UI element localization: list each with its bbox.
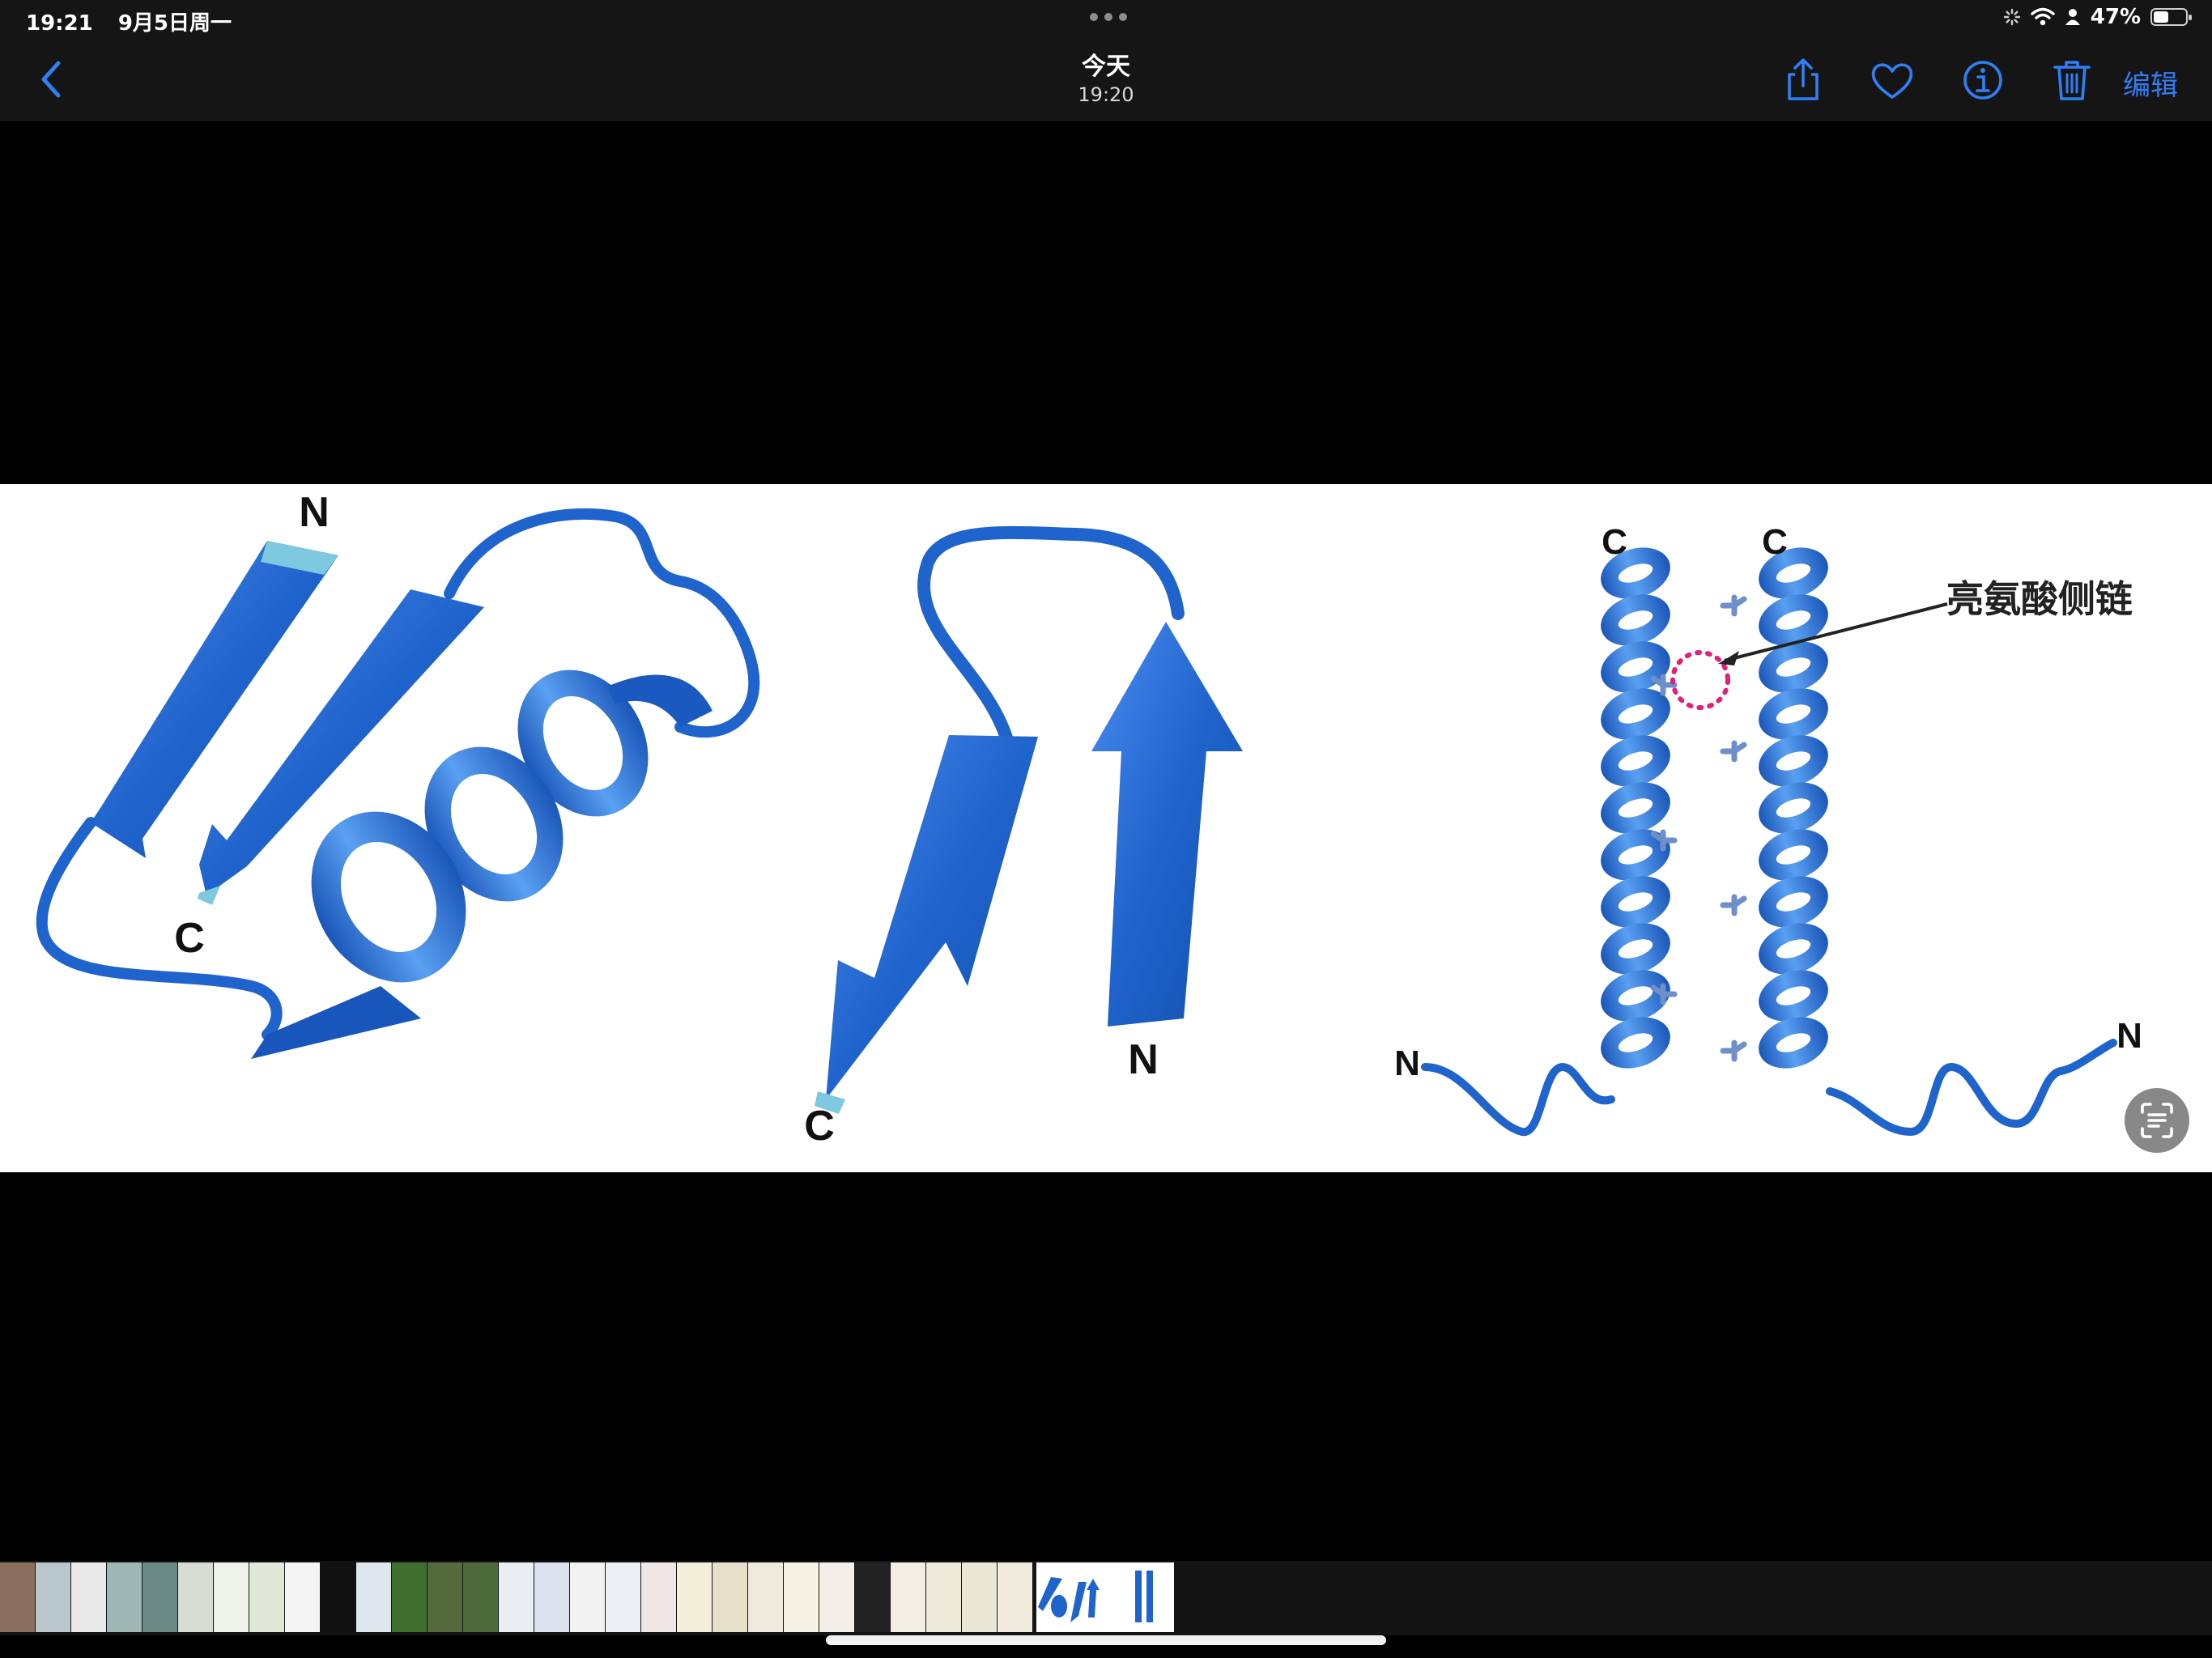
right-n-label-2: N bbox=[2116, 1016, 2142, 1056]
info-button[interactable] bbox=[1959, 57, 2006, 104]
back-button[interactable] bbox=[32, 57, 70, 102]
filmstrip-thumbnail[interactable] bbox=[428, 1562, 462, 1632]
filmstrip-thumbnail[interactable] bbox=[285, 1562, 320, 1632]
share-icon bbox=[1788, 58, 1819, 100]
filmstrip-thumbnail[interactable] bbox=[606, 1562, 640, 1632]
filmstrip-thumbnail[interactable] bbox=[534, 1562, 569, 1632]
filmstrip-thumbnail[interactable] bbox=[926, 1562, 961, 1632]
filmstrip-thumbnail[interactable] bbox=[891, 1562, 925, 1632]
middle-n-label: N bbox=[1128, 1036, 1159, 1083]
trash-icon bbox=[2053, 61, 2091, 100]
photo-date: 今天 bbox=[1082, 53, 1130, 81]
right-n-label-1: N bbox=[1394, 1044, 1420, 1083]
live-text-button[interactable] bbox=[2125, 1088, 2189, 1153]
filmstrip-thumbnail[interactable] bbox=[998, 1562, 1032, 1632]
middle-structure bbox=[815, 525, 1243, 1114]
filmstrip-thumbnail[interactable] bbox=[463, 1562, 498, 1632]
info-icon bbox=[1963, 61, 2002, 100]
left-c-label: C bbox=[174, 915, 205, 962]
filmstrip-thumbnail[interactable] bbox=[570, 1562, 605, 1632]
heart-icon bbox=[1871, 63, 1913, 99]
filmstrip-thumbnail[interactable] bbox=[249, 1562, 284, 1632]
status-bar: 19:21 9月5日周一 47% bbox=[0, 0, 2212, 39]
edit-button[interactable]: 编辑 bbox=[2123, 63, 2178, 103]
filmstrip[interactable] bbox=[0, 1561, 2212, 1635]
filmstrip-thumbnail[interactable] bbox=[677, 1562, 712, 1632]
left-n-label: N bbox=[299, 489, 330, 536]
status-date: 9月5日周一 bbox=[117, 11, 232, 36]
right-c-label-2: C bbox=[1762, 522, 1788, 562]
leucine-sidechain-label: 亮氨酸侧链 bbox=[1946, 577, 2133, 621]
middle-c-label: C bbox=[804, 1103, 835, 1150]
filmstrip-thumbnail[interactable] bbox=[819, 1562, 854, 1632]
photo-image[interactable]: N C N C C C N N 亮氨酸侧链 bbox=[0, 484, 2212, 1172]
right-c-label-1: C bbox=[1602, 522, 1627, 562]
status-time: 19:21 bbox=[26, 11, 93, 36]
chevron-left-icon bbox=[41, 61, 61, 98]
filmstrip-thumbnail[interactable] bbox=[392, 1562, 427, 1632]
right-structure bbox=[1421, 547, 2117, 1137]
status-right: 47% bbox=[2003, 5, 2192, 29]
photo-nav-bar: 今天 19:20 编辑 bbox=[0, 39, 2212, 121]
photo-time: 19:20 bbox=[1078, 83, 1134, 106]
person-icon bbox=[2065, 9, 2080, 25]
status-left: 19:21 9月5日周一 bbox=[26, 6, 249, 36]
filmstrip-thumbnail[interactable] bbox=[36, 1562, 70, 1632]
filmstrip-thumbnail[interactable] bbox=[178, 1562, 213, 1632]
battery-percentage: 47% bbox=[2090, 5, 2141, 29]
filmstrip-thumbnail[interactable] bbox=[784, 1562, 819, 1632]
photo-date-title: 今天 19:20 bbox=[1025, 52, 1187, 107]
wifi-icon bbox=[2031, 7, 2055, 26]
multitasking-dots-icon[interactable] bbox=[1090, 13, 1127, 21]
filmstrip-thumbnail[interactable] bbox=[321, 1562, 355, 1632]
filmstrip-thumbnail[interactable] bbox=[748, 1562, 783, 1632]
filmstrip-thumbnail[interactable] bbox=[214, 1562, 249, 1632]
favorite-button[interactable] bbox=[1869, 57, 1916, 104]
live-text-icon bbox=[2141, 1103, 2173, 1138]
leucine-sidechain bbox=[1720, 594, 1747, 617]
share-button[interactable] bbox=[1780, 57, 1827, 104]
filmstrip-thumbnail[interactable] bbox=[962, 1562, 997, 1632]
activity-spinner-icon bbox=[2003, 8, 2020, 26]
home-indicator[interactable] bbox=[826, 1635, 1386, 1645]
filmstrip-thumbnail-selected[interactable] bbox=[1036, 1562, 1174, 1632]
leucine-sidechain bbox=[1720, 894, 1747, 916]
filmstrip-thumbnail[interactable] bbox=[0, 1562, 35, 1632]
filmstrip-thumbnail[interactable] bbox=[107, 1562, 142, 1632]
leucine-sidechain bbox=[1720, 740, 1747, 763]
filmstrip-thumbnail[interactable] bbox=[356, 1562, 391, 1632]
filmstrip-thumbnail[interactable] bbox=[713, 1562, 747, 1632]
filmstrip-thumbnail[interactable] bbox=[71, 1562, 106, 1632]
battery-icon bbox=[2150, 8, 2192, 26]
filmstrip-thumbnail[interactable] bbox=[143, 1562, 177, 1632]
filmstrip-thumbnail[interactable] bbox=[499, 1562, 534, 1632]
leucine-sidechain bbox=[1720, 1039, 1747, 1062]
filmstrip-thumbnail[interactable] bbox=[641, 1562, 676, 1632]
protein-structures-image: N C N C C C N N 亮氨酸侧链 bbox=[36, 489, 2142, 1150]
left-structure bbox=[36, 508, 760, 1059]
filmstrip-thumbnail[interactable] bbox=[855, 1562, 890, 1632]
delete-button[interactable] bbox=[2048, 57, 2095, 104]
